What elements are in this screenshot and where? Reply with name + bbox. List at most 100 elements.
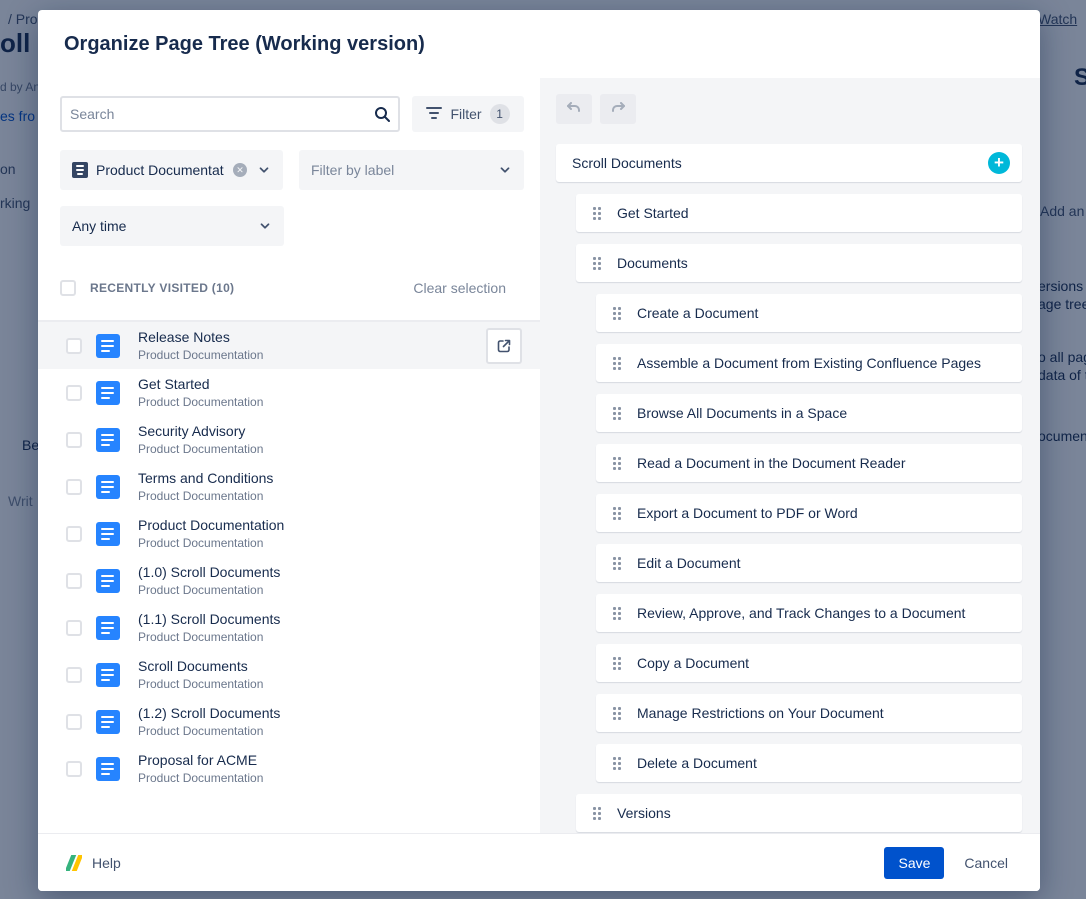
item-text: (1.0) Scroll Documents Product Documenta… <box>138 563 280 598</box>
drag-handle-icon[interactable] <box>612 456 621 470</box>
item-checkbox[interactable] <box>66 526 82 542</box>
drag-handle-icon[interactable] <box>592 806 601 820</box>
select-all-checkbox[interactable] <box>60 280 76 296</box>
save-button[interactable]: Save <box>884 847 944 879</box>
open-page-button[interactable] <box>486 328 522 364</box>
drag-handle-icon[interactable] <box>592 206 601 220</box>
cancel-button[interactable]: Cancel <box>960 855 1012 871</box>
organize-page-tree-dialog: Organize Page Tree (Working version) <box>38 10 1040 891</box>
tree-item-label: Review, Approve, and Track Changes to a … <box>637 605 965 621</box>
page-search-panel: Filter 1 Product Documentat <box>38 78 540 833</box>
time-filter-dropdown[interactable]: Any time <box>60 206 284 246</box>
clear-space-filter-icon[interactable]: ✕ <box>233 163 247 177</box>
tree-item-label: Get Started <box>617 205 689 221</box>
chevron-down-icon <box>257 163 271 177</box>
tree-item[interactable]: Assemble a Document from Existing Conflu… <box>596 344 1022 382</box>
dialog-header: Organize Page Tree (Working version) <box>38 10 1040 78</box>
list-item[interactable]: (1.2) Scroll Documents Product Documenta… <box>38 698 540 745</box>
item-checkbox[interactable] <box>66 667 82 683</box>
list-item[interactable]: (1.0) Scroll Documents Product Documenta… <box>38 557 540 604</box>
filter-count-badge: 1 <box>490 104 510 124</box>
drag-handle-icon[interactable] <box>612 406 621 420</box>
tree-item[interactable]: Get Started <box>576 194 1022 232</box>
undo-button[interactable] <box>556 94 592 124</box>
item-title: (1.0) Scroll Documents <box>138 563 280 582</box>
tree-item-label: Manage Restrictions on Your Document <box>637 705 884 721</box>
drag-handle-icon[interactable] <box>612 356 621 370</box>
drag-handle-icon[interactable] <box>612 706 621 720</box>
page-tree-panel: Scroll Documents + Get Started Documents… <box>540 78 1040 833</box>
dialog-footer: Help Save Cancel <box>38 833 1040 891</box>
screen: / Pro Watch oll Documents d by An es fro… <box>0 0 1086 899</box>
filter-button[interactable]: Filter 1 <box>412 96 524 132</box>
drag-handle-icon[interactable] <box>612 756 621 770</box>
tree-item-label: Browse All Documents in a Space <box>637 405 847 421</box>
item-checkbox[interactable] <box>66 479 82 495</box>
tree-item[interactable]: Versions <box>576 794 1022 832</box>
item-text: (1.2) Scroll Documents Product Documenta… <box>138 704 280 739</box>
space-filter-dropdown[interactable]: Product Documentat ✕ <box>60 150 283 190</box>
list-item[interactable]: Product Documentation Product Documentat… <box>38 510 540 557</box>
item-checkbox[interactable] <box>66 432 82 448</box>
list-item[interactable]: (1.1) Scroll Documents Product Documenta… <box>38 604 540 651</box>
list-section-title: RECENTLY VISITED (10) <box>90 281 234 295</box>
add-page-button[interactable]: + <box>988 152 1010 174</box>
page-icon <box>96 757 120 781</box>
tree-item[interactable]: Export a Document to PDF or Word <box>596 494 1022 532</box>
tree-item-label: Versions <box>617 805 671 821</box>
tree-item-label: Export a Document to PDF or Word <box>637 505 858 521</box>
tree-item-label: Read a Document in the Document Reader <box>637 455 905 471</box>
tree-root-row[interactable]: Scroll Documents + <box>556 144 1022 182</box>
tree-item[interactable]: Create a Document <box>596 294 1022 332</box>
tree-item[interactable]: Read a Document in the Document Reader <box>596 444 1022 482</box>
item-checkbox[interactable] <box>66 338 82 354</box>
item-subtitle: Product Documentation <box>138 441 263 457</box>
item-checkbox[interactable] <box>66 761 82 777</box>
item-title: Product Documentation <box>138 516 284 535</box>
drag-handle-icon[interactable] <box>592 256 601 270</box>
tree-item[interactable]: Manage Restrictions on Your Document <box>596 694 1022 732</box>
drag-handle-icon[interactable] <box>612 506 621 520</box>
list-item[interactable]: Terms and Conditions Product Documentati… <box>38 463 540 510</box>
item-checkbox[interactable] <box>66 385 82 401</box>
list-item[interactable]: Security Advisory Product Documentation <box>38 416 540 463</box>
list-item[interactable]: Proposal for ACME Product Documentation <box>38 745 540 792</box>
tree-item[interactable]: Review, Approve, and Track Changes to a … <box>596 594 1022 632</box>
item-checkbox[interactable] <box>66 714 82 730</box>
drag-handle-icon[interactable] <box>612 656 621 670</box>
chevron-down-icon <box>498 163 512 177</box>
item-subtitle: Product Documentation <box>138 394 263 410</box>
redo-button[interactable] <box>600 94 636 124</box>
clear-selection-link[interactable]: Clear selection <box>413 280 506 296</box>
drag-handle-icon[interactable] <box>612 556 621 570</box>
item-subtitle: Product Documentation <box>138 676 263 692</box>
tree-item[interactable]: Edit a Document <box>596 544 1022 582</box>
tree-item[interactable]: Documents <box>576 244 1022 282</box>
drag-handle-icon[interactable] <box>612 306 621 320</box>
page-icon <box>96 428 120 452</box>
list-item[interactable]: Scroll Documents Product Documentation <box>38 651 540 698</box>
tree-item[interactable]: Browse All Documents in a Space <box>596 394 1022 432</box>
search-icon <box>373 105 391 128</box>
item-checkbox[interactable] <box>66 620 82 636</box>
tree-item-label: Assemble a Document from Existing Conflu… <box>637 355 981 371</box>
item-checkbox[interactable] <box>66 573 82 589</box>
item-title: (1.2) Scroll Documents <box>138 704 280 723</box>
tree-item[interactable]: Delete a Document <box>596 744 1022 782</box>
item-text: Get Started Product Documentation <box>138 375 263 410</box>
item-text: (1.1) Scroll Documents Product Documenta… <box>138 610 280 645</box>
item-subtitle: Product Documentation <box>138 488 273 504</box>
item-subtitle: Product Documentation <box>138 629 280 645</box>
tree-item[interactable]: Copy a Document <box>596 644 1022 682</box>
list-item[interactable]: Release Notes Product Documentation <box>38 322 540 369</box>
label-filter-dropdown[interactable]: Filter by label <box>299 150 524 190</box>
item-text: Security Advisory Product Documentation <box>138 422 263 457</box>
page-icon <box>96 616 120 640</box>
drag-handle-icon[interactable] <box>612 606 621 620</box>
page-icon <box>96 381 120 405</box>
help-link[interactable]: Help <box>66 855 121 871</box>
item-title: Release Notes <box>138 328 263 347</box>
time-filter-value: Any time <box>72 218 250 234</box>
list-item[interactable]: Get Started Product Documentation <box>38 369 540 416</box>
search-input[interactable] <box>60 96 400 132</box>
